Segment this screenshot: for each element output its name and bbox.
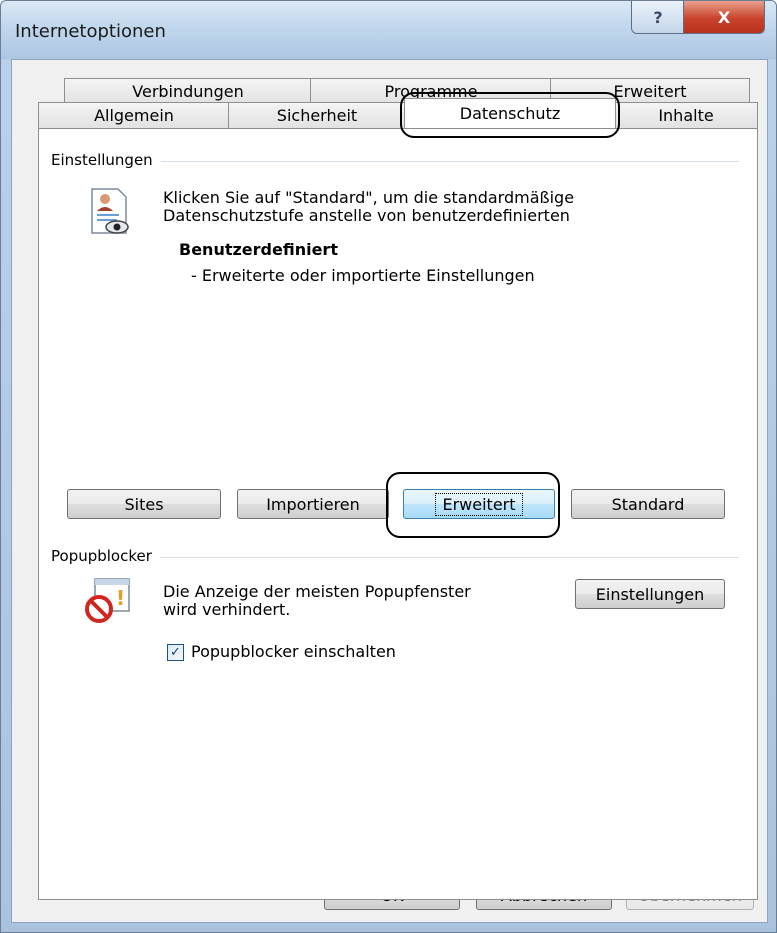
- popup-blocker-checkbox-label[interactable]: Popupblocker einschalten: [191, 643, 396, 661]
- close-icon: X: [717, 7, 731, 27]
- tab-verbindungen[interactable]: Verbindungen: [64, 78, 312, 104]
- popup-group-title: Popupblocker: [51, 547, 160, 565]
- checkmark-icon: ✓: [170, 645, 181, 660]
- sites-button[interactable]: Sites: [67, 489, 221, 519]
- tab-panel-datenschutz: Einstellungen Klicken Sie auf "Standard"…: [38, 128, 758, 900]
- settings-group-title: Einstellungen: [51, 151, 161, 169]
- privacy-level-title: Benutzerdefiniert: [179, 240, 338, 259]
- title-bar: Internetoptionen ? X: [1, 1, 776, 59]
- popup-description: Die Anzeige der meisten Popupfenster wir…: [163, 582, 471, 619]
- tab-sicherheit[interactable]: Sicherheit: [228, 102, 406, 128]
- dialog-client-area: Verbindungen Programme Erweitert Allgeme…: [11, 59, 768, 923]
- advanced-button[interactable]: Erweitert: [403, 489, 555, 519]
- tab-inhalte[interactable]: Inhalte: [614, 102, 758, 128]
- privacy-level-detail: - Erweiterte oder importierte Einstellun…: [191, 266, 535, 285]
- help-icon: ?: [653, 7, 663, 27]
- close-button[interactable]: X: [683, 1, 765, 34]
- settings-group-divider: [59, 161, 739, 162]
- settings-description: Klicken Sie auf "Standard", um die stand…: [163, 189, 575, 225]
- default-button[interactable]: Standard: [571, 489, 725, 519]
- svg-text:!: !: [116, 586, 125, 610]
- popup-blocker-icon: !: [85, 578, 130, 623]
- popup-settings-button[interactable]: Einstellungen: [575, 579, 725, 609]
- popup-group-divider: [59, 557, 739, 558]
- popup-blocker-checkbox[interactable]: ✓: [167, 644, 184, 661]
- import-button[interactable]: Importieren: [237, 489, 389, 519]
- internet-options-window: Internetoptionen ? X Verbindungen Progra…: [0, 0, 777, 933]
- window-title: Internetoptionen: [15, 21, 166, 42]
- privacy-document-icon: [91, 188, 129, 234]
- help-button[interactable]: ?: [631, 1, 685, 34]
- tab-datenschutz[interactable]: Datenschutz: [404, 98, 616, 128]
- tab-allgemein[interactable]: Allgemein: [38, 102, 230, 128]
